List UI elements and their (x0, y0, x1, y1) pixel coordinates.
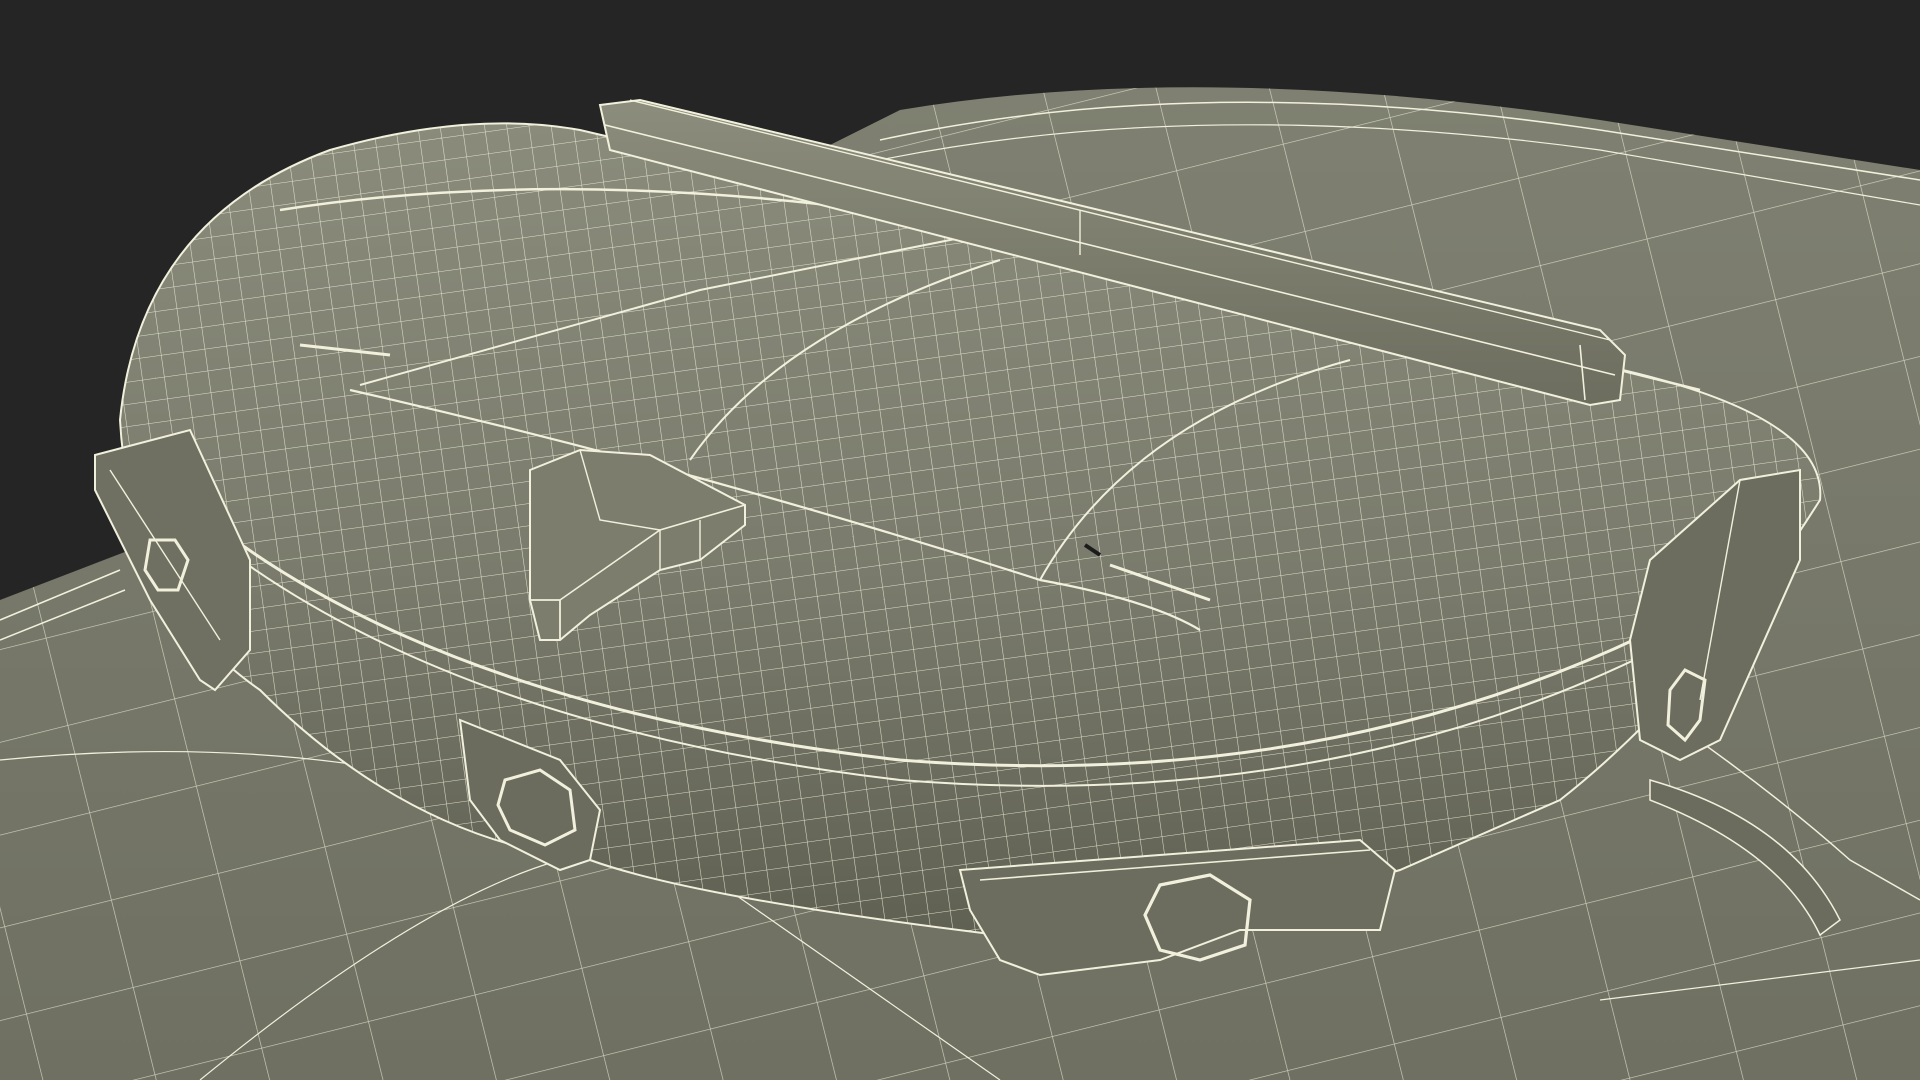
viewport-render[interactable] (0, 0, 1920, 1080)
